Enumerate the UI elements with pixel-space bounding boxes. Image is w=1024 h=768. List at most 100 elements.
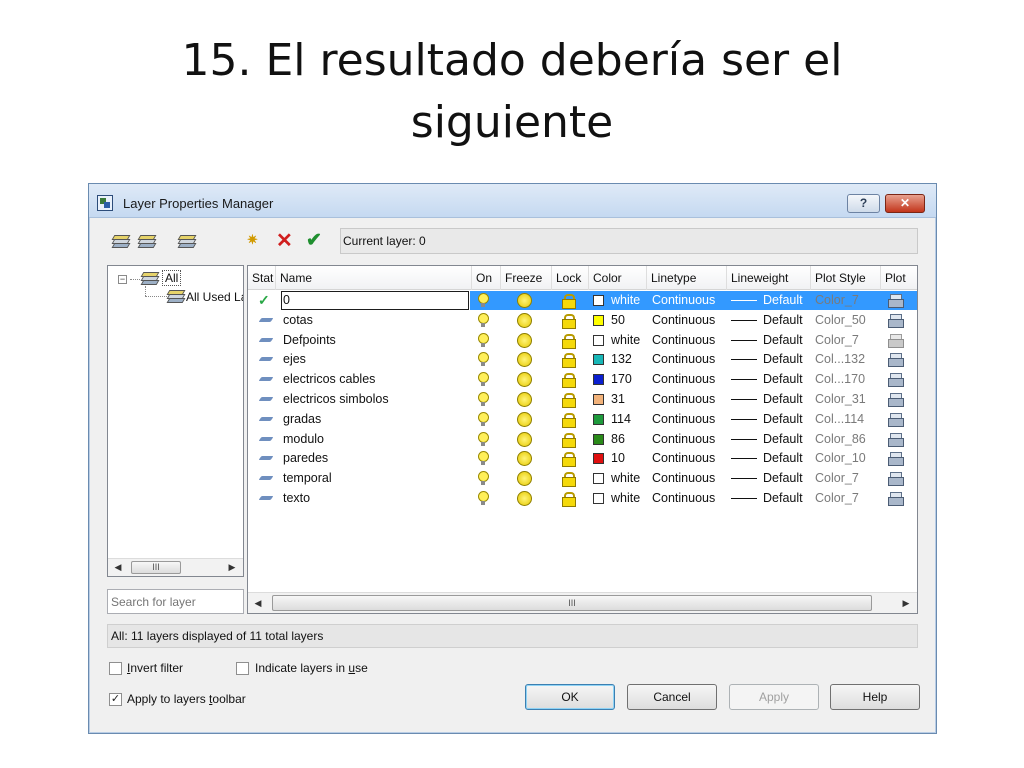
layer-linetype[interactable]: Continuous <box>652 469 727 488</box>
new-layer-icon[interactable]: ✷ <box>247 232 267 248</box>
column-lock[interactable]: Lock <box>552 266 589 290</box>
sun-thawed-icon[interactable] <box>517 352 532 368</box>
layer-linetype[interactable]: Continuous <box>652 430 727 449</box>
sun-thawed-icon[interactable] <box>517 491 532 506</box>
layer-row[interactable]: electricos cables 170 Continuous Default Col… <box>248 370 917 389</box>
layer-row[interactable]: electricos simbolos 31 Continuous Default Co… <box>248 390 917 409</box>
layer-linetype[interactable]: Continuous <box>652 410 727 429</box>
column-status[interactable]: Stat <box>248 266 276 290</box>
color-swatch[interactable] <box>593 314 604 326</box>
layer-color-name[interactable]: 170 <box>611 370 647 389</box>
layer-row[interactable]: gradas 114 Continuous Default Col...114 <box>248 410 917 429</box>
scroll-thumb[interactable]: III <box>131 561 181 574</box>
layer-color-name[interactable]: 10 <box>611 449 647 468</box>
unlocked-padlock-icon[interactable] <box>561 492 576 507</box>
scroll-right-arrow-icon[interactable]: ▶ <box>224 559 240 576</box>
sun-thawed-icon[interactable] <box>517 411 532 427</box>
layer-list-horizontal-scrollbar[interactable]: ◀ III ▶ <box>248 592 917 613</box>
color-swatch[interactable] <box>593 334 604 346</box>
unlocked-padlock-icon[interactable] <box>561 452 576 468</box>
lightbulb-on-icon[interactable] <box>477 392 489 407</box>
column-linetype[interactable]: Linetype <box>647 266 727 290</box>
layer-lineweight[interactable]: Default <box>763 370 811 389</box>
unlocked-padlock-icon[interactable] <box>561 472 576 488</box>
unlocked-padlock-icon[interactable] <box>561 432 576 448</box>
layer-color-name[interactable]: 31 <box>611 390 647 409</box>
scroll-left-arrow-icon[interactable]: ◀ <box>110 559 126 576</box>
layer-lineweight[interactable]: Default <box>763 489 811 508</box>
layer-row[interactable]: cotas 50 Continuous Default Color_50 <box>248 311 917 330</box>
printer-plot-icon[interactable] <box>888 491 904 506</box>
scroll-left-arrow-icon[interactable]: ◀ <box>250 593 266 613</box>
printer-plot-icon[interactable] <box>888 392 904 407</box>
layer-name[interactable]: electricos simbolos <box>283 390 468 409</box>
help-button[interactable]: Help <box>830 684 920 710</box>
layer-name[interactable]: 0 <box>283 291 468 310</box>
layer-name[interactable]: ejes <box>283 350 468 369</box>
tree-horizontal-scrollbar[interactable]: ◀ III ▶ <box>108 558 243 576</box>
lightbulb-on-icon[interactable] <box>477 352 489 367</box>
cancel-button[interactable]: Cancel <box>627 684 717 710</box>
printer-plot-icon[interactable] <box>888 293 904 308</box>
printer-plot-icon[interactable] <box>888 412 904 427</box>
layer-linetype[interactable]: Continuous <box>652 291 727 310</box>
color-swatch[interactable] <box>593 453 604 465</box>
layer-linetype[interactable]: Continuous <box>652 489 727 508</box>
collapse-toggle-icon[interactable]: − <box>118 275 127 284</box>
lightbulb-on-icon[interactable] <box>477 332 489 348</box>
sun-thawed-icon[interactable] <box>517 392 532 407</box>
layer-color-name[interactable]: 86 <box>611 430 647 449</box>
layer-row[interactable]: ejes 132 Continuous Default Col...132 <box>248 350 917 369</box>
lightbulb-on-icon[interactable] <box>477 491 489 506</box>
scroll-right-arrow-icon[interactable]: ▶ <box>898 593 914 613</box>
unlocked-padlock-icon[interactable] <box>561 313 576 329</box>
layer-row[interactable]: Defpoints white Continuous Default Color_7 <box>248 331 917 350</box>
help-title-button[interactable]: ? <box>847 194 880 213</box>
tree-item-all-used[interactable]: All Used Layers <box>186 290 243 304</box>
search-layer-input[interactable] <box>107 589 244 614</box>
lightbulb-on-icon[interactable] <box>477 471 489 486</box>
layer-name[interactable]: electricos cables <box>283 370 468 389</box>
layer-name[interactable]: temporal <box>283 469 468 488</box>
layer-color-name[interactable]: white <box>611 331 647 350</box>
printer-plot-icon[interactable] <box>888 432 904 447</box>
color-swatch[interactable] <box>593 394 604 405</box>
layer-lineweight[interactable]: Default <box>763 350 811 369</box>
printer-plot-icon[interactable] <box>888 313 904 328</box>
color-swatch[interactable] <box>593 473 604 485</box>
layer-linetype[interactable]: Continuous <box>652 350 727 369</box>
color-swatch[interactable] <box>593 433 604 445</box>
tree-item-all[interactable]: All <box>162 270 182 286</box>
layer-lineweight[interactable]: Default <box>763 331 811 350</box>
invert-filter-checkbox[interactable] <box>109 662 122 675</box>
scroll-thumb[interactable]: III <box>272 595 872 611</box>
unlocked-padlock-icon[interactable] <box>561 412 576 428</box>
column-plot[interactable]: Plot <box>881 266 917 290</box>
layer-linetype[interactable]: Continuous <box>652 370 727 389</box>
layer-linetype[interactable]: Continuous <box>652 390 727 409</box>
color-swatch[interactable] <box>593 493 604 504</box>
unlocked-padlock-icon[interactable] <box>561 373 576 389</box>
color-swatch[interactable] <box>593 295 604 306</box>
layer-lineweight[interactable]: Default <box>763 311 811 330</box>
sun-thawed-icon[interactable] <box>517 293 532 308</box>
column-plot-style[interactable]: Plot Style <box>811 266 881 290</box>
layer-color-name[interactable]: 50 <box>611 311 647 330</box>
layer-row[interactable]: temporal white Continuous Default Color_7 <box>248 469 917 488</box>
color-swatch[interactable] <box>593 413 604 425</box>
column-lineweight[interactable]: Lineweight <box>727 266 811 290</box>
lightbulb-on-icon[interactable] <box>477 411 489 427</box>
layer-lineweight[interactable]: Default <box>763 430 811 449</box>
layer-color-name[interactable]: 132 <box>611 350 647 369</box>
layer-lineweight[interactable]: Default <box>763 291 811 310</box>
column-name[interactable]: Name <box>276 266 472 290</box>
printer-plot-icon[interactable] <box>888 471 904 487</box>
layer-name[interactable]: texto <box>283 489 468 508</box>
layer-linetype[interactable]: Continuous <box>652 331 727 350</box>
printer-plot-icon[interactable] <box>888 352 904 368</box>
layer-lineweight[interactable]: Default <box>763 410 811 429</box>
sun-thawed-icon[interactable] <box>517 312 532 328</box>
layer-row[interactable]: ✓ 0 white Continuous Default Color_7 <box>248 291 917 310</box>
layer-linetype[interactable]: Continuous <box>652 311 727 330</box>
new-group-filter-icon[interactable] <box>137 234 157 250</box>
